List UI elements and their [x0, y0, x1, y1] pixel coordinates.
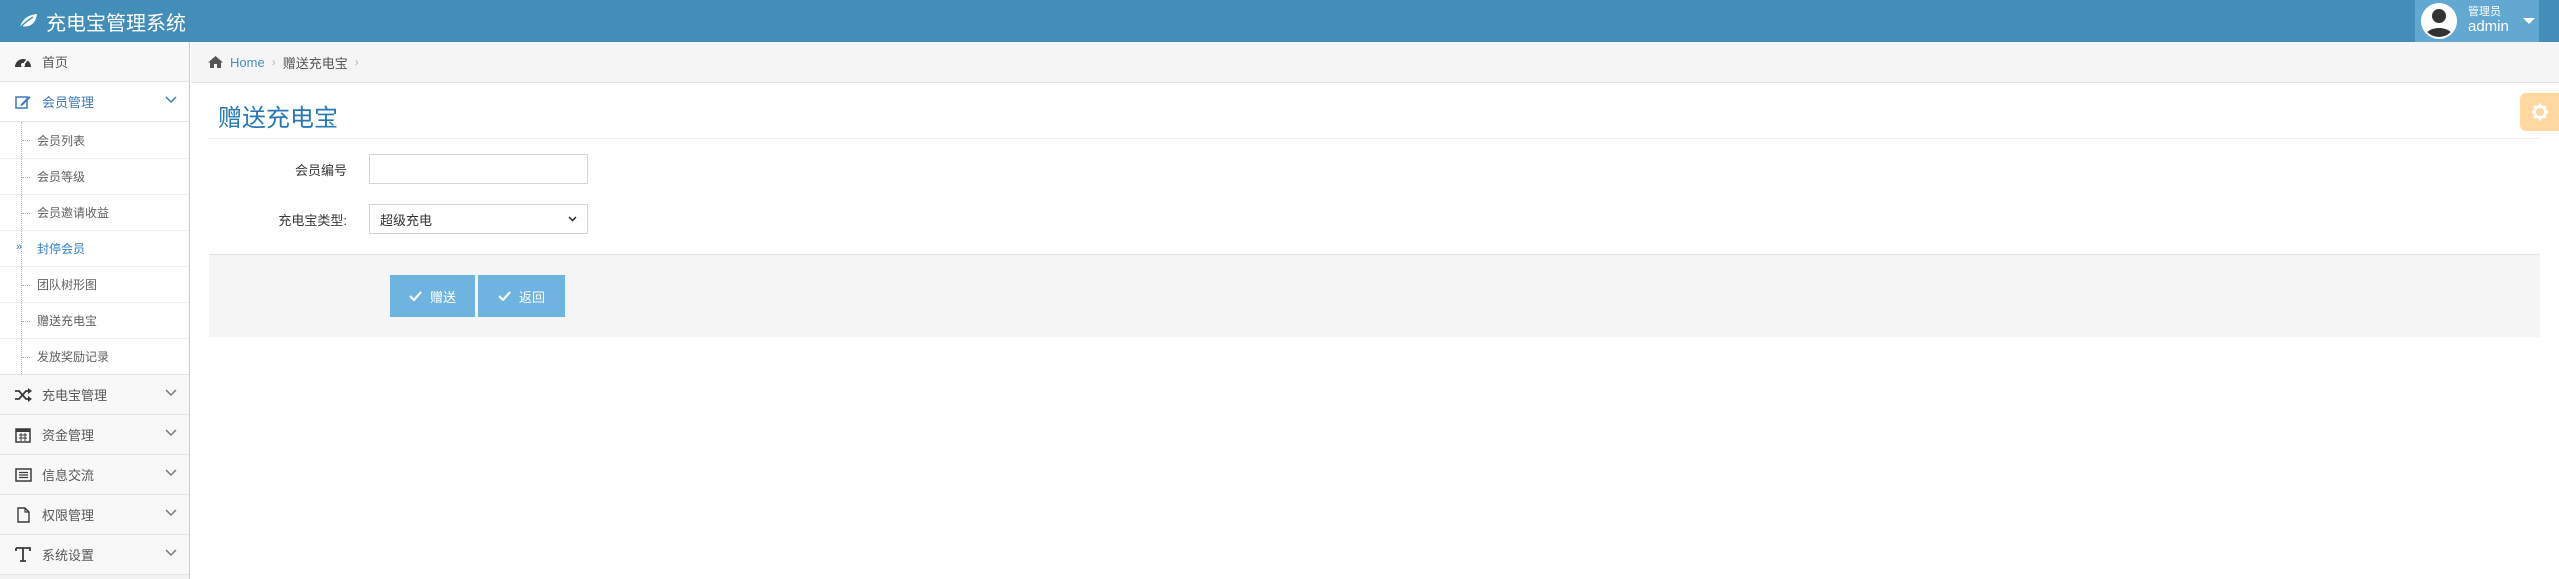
- text-icon: [12, 547, 34, 563]
- sidebar-subitem-gift-powerbank[interactable]: 赠送充电宝: [0, 302, 189, 338]
- form-actions: 赠送 返回: [209, 254, 2540, 337]
- sidebar-subitem-banned-members[interactable]: » 封停会员: [0, 230, 189, 266]
- check-icon: [498, 291, 511, 301]
- shuffle-icon: [12, 387, 34, 403]
- select-value: 超级充电: [380, 212, 433, 228]
- sidebar-subitem-member-level[interactable]: 会员等级: [0, 158, 189, 194]
- gear-icon: [2531, 103, 2548, 121]
- form-row-member-id: 会员编号: [209, 153, 588, 185]
- settings-button[interactable]: [2520, 93, 2559, 131]
- double-angle-right-icon: »: [16, 241, 23, 253]
- chevron-down-icon[interactable]: [165, 96, 177, 104]
- breadcrumb-separator: ›: [271, 55, 276, 69]
- app-title: 充电宝管理系统: [46, 12, 186, 35]
- avatar: [2421, 3, 2457, 39]
- powerbank-type-select[interactable]: 超级充电: [369, 204, 588, 234]
- sidebar-item-label: 资金管理: [42, 428, 95, 443]
- home-icon: [208, 56, 223, 68]
- form-row-powerbank-type: 充电宝类型: 超级充电: [209, 203, 588, 235]
- breadcrumb-home-link[interactable]: Home: [230, 55, 265, 70]
- submenu-members: 会员列表 会员等级 会员邀请收益 » 封停会员 团队树形图 赠送充电宝 发放奖励…: [0, 122, 189, 375]
- sidebar-item-powerbank[interactable]: 充电宝管理: [0, 375, 189, 415]
- chevron-down-icon[interactable]: [165, 549, 177, 557]
- sidebar-subitem-invite-income[interactable]: 会员邀请收益: [0, 194, 189, 230]
- sidebar-subitem-label: 赠送充电宝: [37, 314, 98, 328]
- sidebar-subitem-reward-records[interactable]: 发放奖励记录: [0, 338, 189, 374]
- user-menu[interactable]: 管理员 admin: [2415, 0, 2539, 42]
- caret-down-icon[interactable]: [2522, 18, 2535, 24]
- sidebar-item-label: 会员管理: [42, 95, 95, 110]
- breadcrumb-separator: ›: [354, 55, 359, 69]
- leaf-icon: [19, 14, 37, 29]
- sidebar-subitem-member-list[interactable]: 会员列表: [0, 122, 189, 158]
- chevron-down-icon: [568, 216, 577, 222]
- chevron-down-icon[interactable]: [165, 389, 177, 397]
- sidebar-subitem-label: 团队树形图: [37, 278, 98, 292]
- sidebar-item-label: 系统设置: [42, 548, 95, 563]
- dashboard-icon: [12, 54, 34, 70]
- page-title: 赠送充电宝: [218, 105, 338, 132]
- back-button[interactable]: 返回: [478, 275, 565, 317]
- submit-button[interactable]: 赠送: [390, 275, 475, 317]
- check-icon: [409, 291, 422, 301]
- submit-button-label: 赠送: [429, 289, 456, 305]
- top-navbar: 充电宝管理系统 管理员 admin: [0, 0, 2559, 42]
- sidebar-item-label: 首页: [42, 55, 69, 70]
- member-id-label: 会员编号: [294, 162, 347, 178]
- chevron-down-icon[interactable]: [165, 509, 177, 517]
- list-alt-icon: [12, 467, 34, 483]
- breadcrumb: Home › 赠送充电宝 ›: [191, 42, 2559, 83]
- sidebar-subitem-team-tree[interactable]: 团队树形图: [0, 266, 189, 302]
- sidebar-item-messages[interactable]: 信息交流: [0, 455, 189, 495]
- sidebar-item-label: 权限管理: [42, 508, 95, 523]
- breadcrumb-current: 赠送充电宝: [282, 55, 348, 71]
- chevron-down-icon[interactable]: [165, 469, 177, 477]
- back-button-label: 返回: [518, 289, 545, 305]
- edit-icon: [12, 94, 34, 110]
- divider: [209, 138, 2539, 139]
- brand[interactable]: 充电宝管理系统: [18, 0, 186, 42]
- powerbank-type-label: 充电宝类型:: [278, 212, 347, 228]
- sidebar: 首页 会员管理 会员列表 会员等级 会员邀请收益 » 封停会员 团队树形图 赠送…: [0, 42, 190, 579]
- sidebar-subitem-label: 会员列表: [37, 133, 86, 148]
- sidebar-item-settings[interactable]: 系统设置: [0, 535, 189, 575]
- sidebar-item-home[interactable]: 首页: [0, 42, 189, 82]
- user-icon: [2425, 9, 2453, 37]
- sidebar-subitem-label: 发放奖励记录: [37, 350, 110, 364]
- sidebar-subitem-label: 会员等级: [37, 170, 86, 184]
- calendar-icon: [12, 427, 34, 443]
- sidebar-item-funds[interactable]: 资金管理: [0, 415, 189, 455]
- user-name: admin: [2468, 17, 2509, 35]
- sidebar-subitem-label: 封停会员: [37, 242, 86, 256]
- sidebar-item-permissions[interactable]: 权限管理: [0, 495, 189, 535]
- member-id-input[interactable]: [369, 154, 588, 184]
- sidebar-item-members[interactable]: 会员管理: [0, 82, 189, 122]
- sidebar-item-label: 充电宝管理: [42, 388, 108, 403]
- sidebar-item-label: 信息交流: [42, 468, 95, 483]
- file-icon: [12, 506, 34, 523]
- sidebar-subitem-label: 会员邀请收益: [37, 206, 110, 220]
- chevron-down-icon[interactable]: [165, 429, 177, 437]
